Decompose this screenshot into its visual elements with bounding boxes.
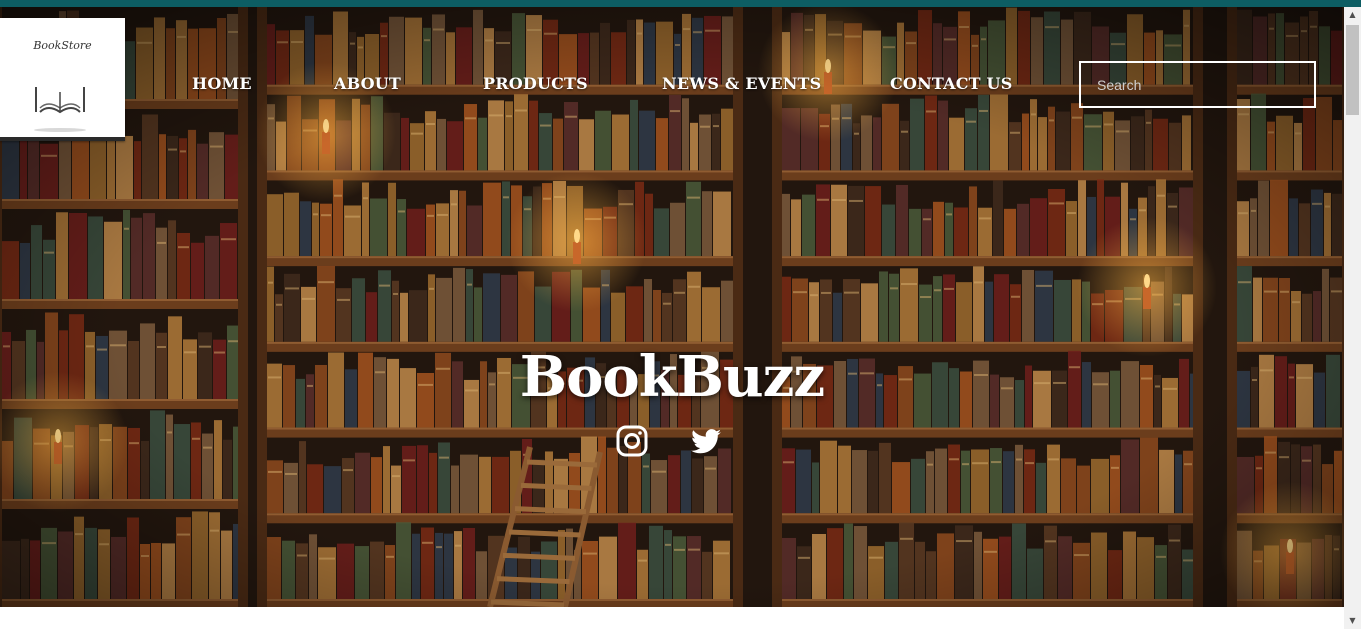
top-accent-bar [0, 0, 1361, 7]
nav-products[interactable]: PRODUCTS [483, 74, 588, 93]
search-box [1079, 61, 1316, 108]
instagram-icon[interactable] [616, 425, 648, 457]
scroll-up-arrow[interactable]: ▲ [1344, 7, 1361, 23]
scrollbar-thumb[interactable] [1346, 25, 1359, 115]
search-input[interactable] [1081, 63, 1314, 106]
site-logo[interactable]: BookStore [0, 18, 125, 141]
site-title: BookBuzz [519, 344, 825, 410]
nav-contact-us[interactable]: CONTACT US [890, 74, 1012, 93]
twitter-icon[interactable] [690, 425, 722, 457]
nav-about[interactable]: ABOUT [334, 74, 401, 93]
open-book-icon [34, 87, 86, 132]
scroll-down-arrow[interactable]: ▼ [1344, 613, 1361, 629]
logo-footer-strip [0, 137, 125, 141]
nav-home[interactable]: HOME [192, 74, 252, 93]
nav-news-events[interactable]: NEWS & EVENTS [662, 74, 821, 93]
vertical-scrollbar[interactable]: ▲ ▼ [1344, 7, 1361, 629]
